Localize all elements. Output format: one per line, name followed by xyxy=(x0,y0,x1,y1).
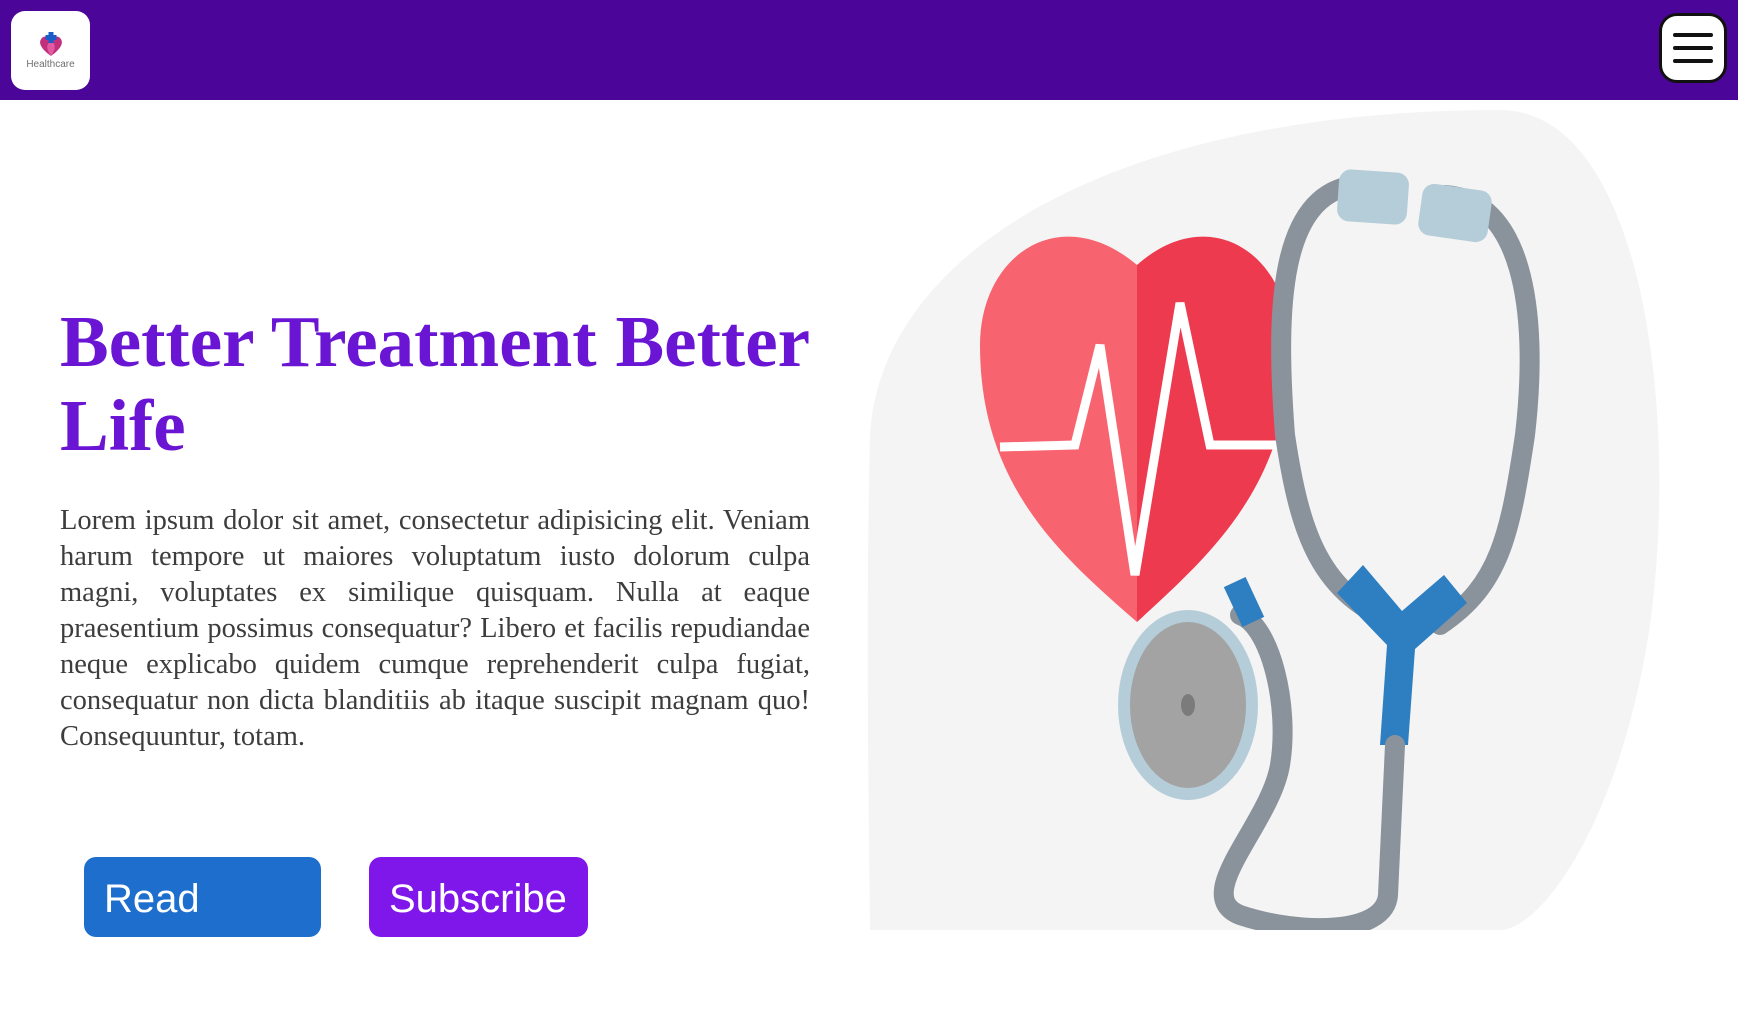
logo[interactable]: Healthcare xyxy=(11,11,90,90)
heart-plus-icon xyxy=(39,31,62,56)
hero-title: Better Treatment Better Life xyxy=(60,301,810,466)
menu-button[interactable] xyxy=(1659,13,1727,83)
health-illustration xyxy=(867,110,1660,930)
subscribe-button[interactable]: Subscribe xyxy=(369,857,588,937)
hamburger-menu-icon xyxy=(1673,33,1713,63)
logo-text: Healthcare xyxy=(26,58,75,70)
top-navbar: Healthcare xyxy=(0,0,1738,100)
read-more-button[interactable]: Read more xyxy=(84,857,321,1005)
hero-description: Lorem ipsum dolor sit amet, consectetur … xyxy=(60,505,810,752)
